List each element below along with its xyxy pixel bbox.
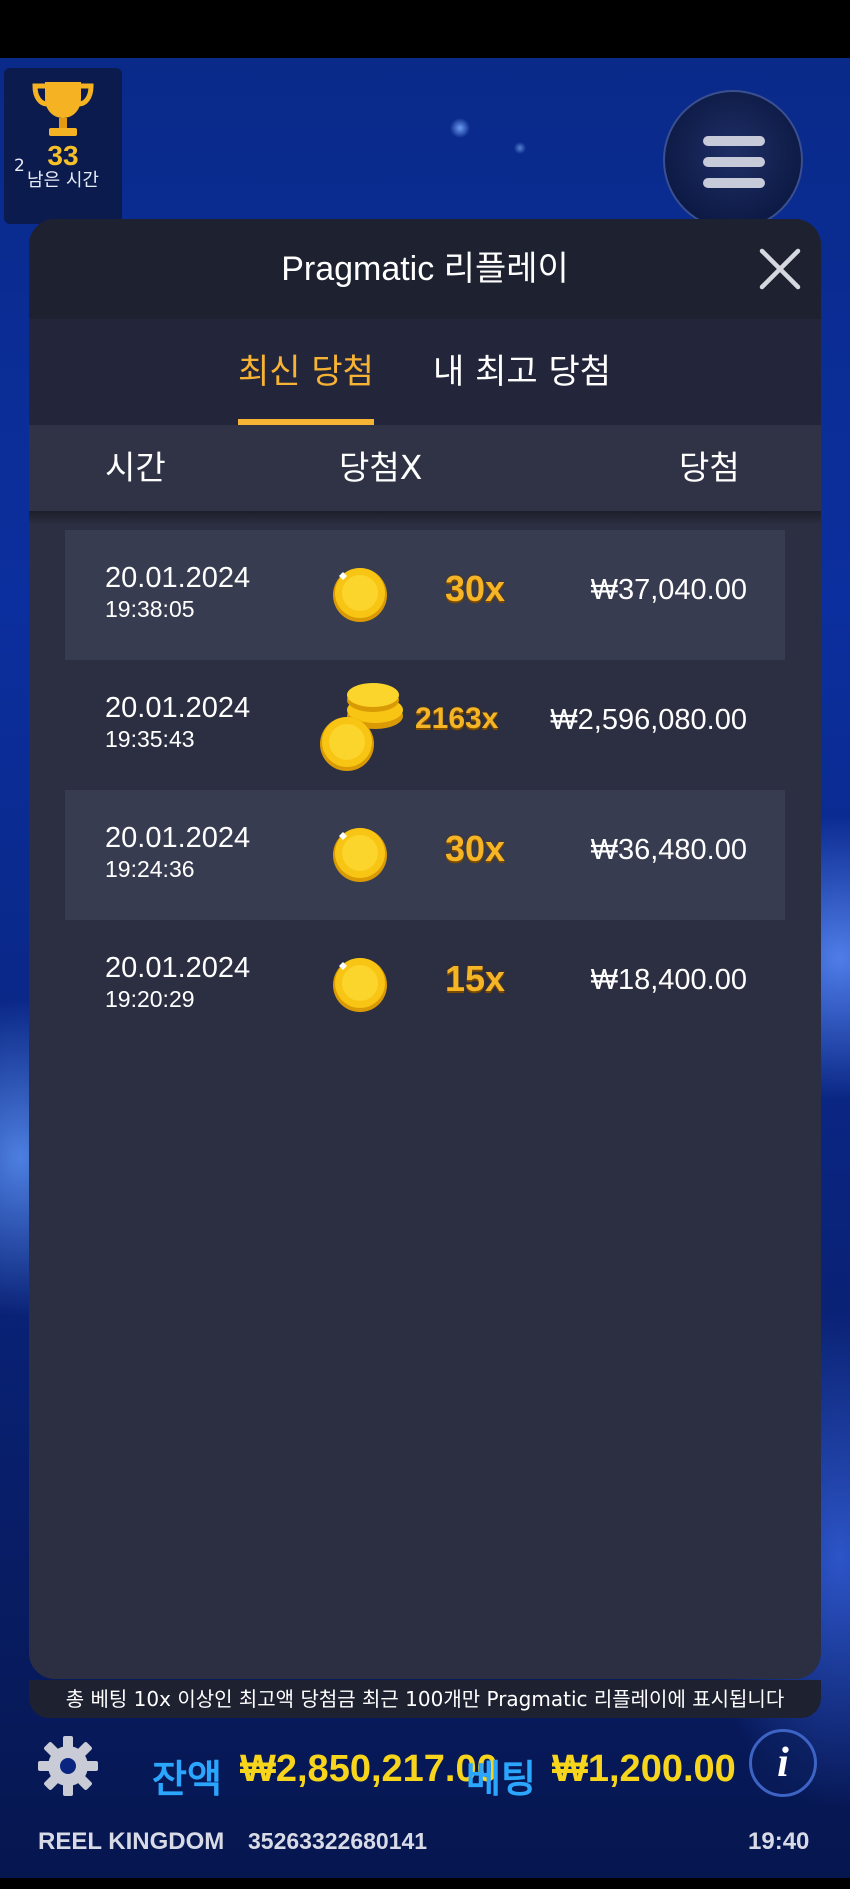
single-coin-icon bbox=[333, 568, 387, 622]
replay-modal: Pragmatic 리플레이 최신 당첨 내 최고 당첨 시간 당첨X 당첨 2… bbox=[29, 219, 821, 1679]
row-win-amount: ₩2,596,080.00 bbox=[550, 704, 747, 736]
menu-button[interactable] bbox=[663, 90, 803, 230]
table-row[interactable]: 20.01.2024 19:38:05 30x ₩37,040.00 bbox=[65, 530, 785, 660]
column-header-time: 시간 bbox=[105, 448, 166, 487]
row-time: 19:35:43 bbox=[105, 726, 195, 752]
row-date: 20.01.2024 bbox=[105, 562, 251, 594]
info-icon: i bbox=[777, 1740, 789, 1786]
gear-icon[interactable] bbox=[36, 1734, 100, 1798]
row-time: 19:24:36 bbox=[105, 856, 195, 882]
hamburger-line-icon bbox=[703, 178, 765, 188]
row-time: 19:38:05 bbox=[105, 596, 195, 622]
row-win-amount: ₩18,400.00 bbox=[590, 964, 747, 996]
modal-header: Pragmatic 리플레이 bbox=[29, 219, 821, 319]
single-coin-icon bbox=[333, 958, 387, 1012]
clock: 19:40 bbox=[748, 1828, 810, 1855]
table-row[interactable]: 20.01.2024 19:20:29 15x ₩18,400.00 bbox=[65, 920, 785, 1050]
row-date: 20.01.2024 bbox=[105, 822, 251, 854]
row-win-amount: ₩36,480.00 bbox=[590, 834, 747, 866]
row-date: 20.01.2024 bbox=[105, 952, 251, 984]
modal-title: Pragmatic 리플레이 bbox=[281, 250, 569, 288]
replay-footer-note: 총 베팅 10x 이상인 최고액 당첨금 최근 100개만 Pragmatic … bbox=[29, 1680, 821, 1718]
row-multiplier: 15x bbox=[445, 958, 506, 999]
bet-value[interactable]: ₩1,200.00 bbox=[552, 1748, 736, 1791]
row-multiplier: 2163x bbox=[415, 702, 499, 735]
table-row[interactable]: 20.01.2024 19:24:36 30x ₩36,480.00 bbox=[65, 790, 785, 920]
time-left-value: 2 bbox=[14, 156, 25, 176]
trophy-icon bbox=[32, 82, 94, 136]
row-win-amount: ₩37,040.00 bbox=[590, 574, 747, 606]
balance-value: ₩2,850,217.00 bbox=[240, 1748, 498, 1790]
tab-my-best-wins[interactable]: 내 최고 당첨 bbox=[433, 319, 611, 425]
table-row[interactable]: 20.01.2024 19:35:43 2163x ₩2,596,080.00 bbox=[65, 660, 785, 790]
row-date: 20.01.2024 bbox=[105, 692, 251, 724]
tab-bar: 최신 당첨 내 최고 당첨 bbox=[29, 319, 821, 425]
column-header-win: 당첨 bbox=[679, 448, 740, 487]
single-coin-icon bbox=[333, 828, 387, 882]
row-multiplier: 30x bbox=[445, 828, 506, 869]
session-id: 35263322680141 bbox=[248, 1828, 428, 1854]
tournament-widget[interactable]: 33 남은 시간 bbox=[4, 68, 122, 224]
balance-label: 잔액 bbox=[152, 1759, 222, 1801]
coin-stack-icon bbox=[320, 683, 403, 771]
bet-label: 베팅 bbox=[466, 1759, 536, 1801]
tab-latest-wins[interactable]: 최신 당첨 bbox=[238, 319, 374, 425]
row-multiplier: 30x bbox=[445, 568, 506, 609]
hamburger-line-icon bbox=[703, 157, 765, 167]
hamburger-line-icon bbox=[703, 136, 765, 146]
table-header: 시간 당첨X 당첨 bbox=[29, 425, 821, 511]
row-time: 19:20:29 bbox=[105, 986, 195, 1012]
close-icon[interactable] bbox=[756, 245, 804, 293]
info-button[interactable]: i bbox=[749, 1729, 817, 1797]
brand-name: REEL KINGDOM bbox=[38, 1828, 225, 1855]
column-header-multiplier: 당첨X bbox=[339, 448, 423, 487]
